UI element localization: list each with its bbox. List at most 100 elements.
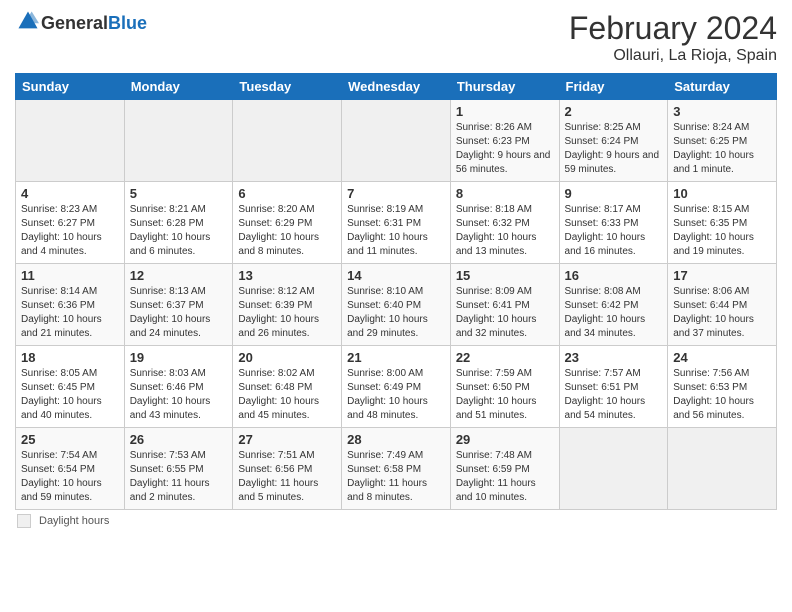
col-friday: Friday bbox=[559, 74, 668, 100]
location-subtitle: Ollauri, La Rioja, Spain bbox=[569, 47, 777, 65]
day-info: Sunrise: 7:54 AM Sunset: 6:54 PM Dayligh… bbox=[21, 449, 119, 505]
calendar-cell: 22Sunrise: 7:59 AM Sunset: 6:50 PM Dayli… bbox=[450, 346, 559, 428]
day-number: 17 bbox=[673, 268, 771, 283]
calendar-cell: 11Sunrise: 8:14 AM Sunset: 6:36 PM Dayli… bbox=[16, 264, 125, 346]
day-number: 21 bbox=[347, 350, 445, 365]
calendar-body: 1 Sunrise: 8:26 AM Sunset: 6:23 PM Daylig… bbox=[16, 100, 777, 510]
calendar-header: Sunday Monday Tuesday Wednesday Thursday… bbox=[16, 74, 777, 100]
calendar-cell: 17Sunrise: 8:06 AM Sunset: 6:44 PM Dayli… bbox=[668, 264, 777, 346]
day-number: 15 bbox=[456, 268, 554, 283]
calendar-cell: 15 Sunrise: 8:09 AM Sunset: 6:41 PM Dayli… bbox=[450, 264, 559, 346]
day-info: Sunrise: 8:21 AM Sunset: 6:28 PM Dayligh… bbox=[130, 203, 228, 259]
calendar-week-row: 18 Sunrise: 8:05 AM Sunset: 6:45 PM Dayli… bbox=[16, 346, 777, 428]
title-block: February 2024 Ollauri, La Rioja, Spain bbox=[569, 10, 777, 65]
calendar-cell: 14 Sunrise: 8:10 AM Sunset: 6:40 PM Dayli… bbox=[342, 264, 451, 346]
day-info: Sunrise: 7:53 AM Sunset: 6:55 PM Dayligh… bbox=[130, 449, 228, 505]
day-number: 28 bbox=[347, 432, 445, 447]
logo-blue: Blue bbox=[108, 13, 147, 33]
calendar-cell bbox=[16, 100, 125, 182]
day-number: 18 bbox=[21, 350, 119, 365]
calendar-cell: 27Sunrise: 7:51 AM Sunset: 6:56 PM Dayli… bbox=[233, 428, 342, 510]
logo-general: General bbox=[41, 13, 108, 33]
day-info: Sunrise: 8:25 AM Sunset: 6:24 PM Dayligh… bbox=[565, 121, 663, 177]
calendar-cell bbox=[559, 428, 668, 510]
day-number: 7 bbox=[347, 186, 445, 201]
col-monday: Monday bbox=[124, 74, 233, 100]
day-number: 29 bbox=[456, 432, 554, 447]
calendar-cell: 28 Sunrise: 7:49 AM Sunset: 6:58 PM Dayli… bbox=[342, 428, 451, 510]
day-info: Sunrise: 8:17 AM Sunset: 6:33 PM Dayligh… bbox=[565, 203, 663, 259]
calendar-cell: 29 Sunrise: 7:48 AM Sunset: 6:59 PM Dayli… bbox=[450, 428, 559, 510]
day-info: Sunrise: 8:14 AM Sunset: 6:36 PM Dayligh… bbox=[21, 285, 119, 341]
day-info: Sunrise: 8:15 AM Sunset: 6:35 PM Dayligh… bbox=[673, 203, 771, 259]
calendar-cell: 16 Sunrise: 8:08 AM Sunset: 6:42 PM Dayli… bbox=[559, 264, 668, 346]
calendar-cell: 23Sunrise: 7:57 AM Sunset: 6:51 PM Dayli… bbox=[559, 346, 668, 428]
day-info: Sunrise: 8:00 AM Sunset: 6:49 PM Dayligh… bbox=[347, 367, 445, 423]
day-number: 19 bbox=[130, 350, 228, 365]
day-number: 14 bbox=[347, 268, 445, 283]
calendar-cell: 20 Sunrise: 8:02 AM Sunset: 6:48 PM Dayli… bbox=[233, 346, 342, 428]
calendar-cell: 4 Sunrise: 8:23 AM Sunset: 6:27 PM Daylig… bbox=[16, 182, 125, 264]
calendar-cell bbox=[342, 100, 451, 182]
calendar-week-row: 11Sunrise: 8:14 AM Sunset: 6:36 PM Dayli… bbox=[16, 264, 777, 346]
calendar-cell: 10Sunrise: 8:15 AM Sunset: 6:35 PM Dayli… bbox=[668, 182, 777, 264]
day-info: Sunrise: 8:26 AM Sunset: 6:23 PM Dayligh… bbox=[456, 121, 554, 177]
day-number: 8 bbox=[456, 186, 554, 201]
month-year-title: February 2024 bbox=[569, 10, 777, 47]
day-info: Sunrise: 8:24 AM Sunset: 6:25 PM Dayligh… bbox=[673, 121, 771, 177]
calendar-cell: 12Sunrise: 8:13 AM Sunset: 6:37 PM Dayli… bbox=[124, 264, 233, 346]
page-header: GeneralBlue February 2024 Ollauri, La Ri… bbox=[15, 10, 777, 65]
day-number: 20 bbox=[238, 350, 336, 365]
day-number: 12 bbox=[130, 268, 228, 283]
footer: Daylight hours bbox=[15, 514, 777, 528]
calendar-cell: 1 Sunrise: 8:26 AM Sunset: 6:23 PM Daylig… bbox=[450, 100, 559, 182]
col-saturday: Saturday bbox=[668, 74, 777, 100]
calendar-cell: 21 Sunrise: 8:00 AM Sunset: 6:49 PM Dayli… bbox=[342, 346, 451, 428]
day-info: Sunrise: 8:05 AM Sunset: 6:45 PM Dayligh… bbox=[21, 367, 119, 423]
day-info: Sunrise: 7:49 AM Sunset: 6:58 PM Dayligh… bbox=[347, 449, 445, 505]
calendar-cell bbox=[668, 428, 777, 510]
calendar-cell: 13 Sunrise: 8:12 AM Sunset: 6:39 PM Dayli… bbox=[233, 264, 342, 346]
calendar-cell: 26 Sunrise: 7:53 AM Sunset: 6:55 PM Dayli… bbox=[124, 428, 233, 510]
day-number: 24 bbox=[673, 350, 771, 365]
day-info: Sunrise: 8:08 AM Sunset: 6:42 PM Dayligh… bbox=[565, 285, 663, 341]
calendar-week-row: 1 Sunrise: 8:26 AM Sunset: 6:23 PM Daylig… bbox=[16, 100, 777, 182]
day-info: Sunrise: 8:09 AM Sunset: 6:41 PM Dayligh… bbox=[456, 285, 554, 341]
day-number: 16 bbox=[565, 268, 663, 283]
day-number: 25 bbox=[21, 432, 119, 447]
day-number: 4 bbox=[21, 186, 119, 201]
day-info: Sunrise: 7:56 AM Sunset: 6:53 PM Dayligh… bbox=[673, 367, 771, 423]
col-tuesday: Tuesday bbox=[233, 74, 342, 100]
calendar-cell bbox=[124, 100, 233, 182]
calendar-week-row: 25 Sunrise: 7:54 AM Sunset: 6:54 PM Dayli… bbox=[16, 428, 777, 510]
day-info: Sunrise: 7:51 AM Sunset: 6:56 PM Dayligh… bbox=[238, 449, 336, 505]
calendar-cell: 24 Sunrise: 7:56 AM Sunset: 6:53 PM Dayli… bbox=[668, 346, 777, 428]
day-info: Sunrise: 8:10 AM Sunset: 6:40 PM Dayligh… bbox=[347, 285, 445, 341]
col-sunday: Sunday bbox=[16, 74, 125, 100]
calendar-cell: 8 Sunrise: 8:18 AM Sunset: 6:32 PM Daylig… bbox=[450, 182, 559, 264]
day-info: Sunrise: 8:23 AM Sunset: 6:27 PM Dayligh… bbox=[21, 203, 119, 259]
day-number: 5 bbox=[130, 186, 228, 201]
col-thursday: Thursday bbox=[450, 74, 559, 100]
day-number: 13 bbox=[238, 268, 336, 283]
day-number: 26 bbox=[130, 432, 228, 447]
header-row: Sunday Monday Tuesday Wednesday Thursday… bbox=[16, 74, 777, 100]
calendar-cell bbox=[233, 100, 342, 182]
calendar-cell: 18 Sunrise: 8:05 AM Sunset: 6:45 PM Dayli… bbox=[16, 346, 125, 428]
day-number: 2 bbox=[565, 104, 663, 119]
calendar-cell: 6Sunrise: 8:20 AM Sunset: 6:29 PM Daylig… bbox=[233, 182, 342, 264]
day-info: Sunrise: 8:02 AM Sunset: 6:48 PM Dayligh… bbox=[238, 367, 336, 423]
col-wednesday: Wednesday bbox=[342, 74, 451, 100]
daylight-label: Daylight hours bbox=[39, 515, 109, 527]
day-info: Sunrise: 8:18 AM Sunset: 6:32 PM Dayligh… bbox=[456, 203, 554, 259]
calendar-cell: 25 Sunrise: 7:54 AM Sunset: 6:54 PM Dayli… bbox=[16, 428, 125, 510]
calendar-cell: 7 Sunrise: 8:19 AM Sunset: 6:31 PM Daylig… bbox=[342, 182, 451, 264]
day-number: 23 bbox=[565, 350, 663, 365]
day-info: Sunrise: 7:48 AM Sunset: 6:59 PM Dayligh… bbox=[456, 449, 554, 505]
day-info: Sunrise: 7:59 AM Sunset: 6:50 PM Dayligh… bbox=[456, 367, 554, 423]
day-info: Sunrise: 8:19 AM Sunset: 6:31 PM Dayligh… bbox=[347, 203, 445, 259]
day-info: Sunrise: 8:03 AM Sunset: 6:46 PM Dayligh… bbox=[130, 367, 228, 423]
day-number: 1 bbox=[456, 104, 554, 119]
logo: GeneralBlue bbox=[15, 10, 147, 37]
day-info: Sunrise: 8:12 AM Sunset: 6:39 PM Dayligh… bbox=[238, 285, 336, 341]
